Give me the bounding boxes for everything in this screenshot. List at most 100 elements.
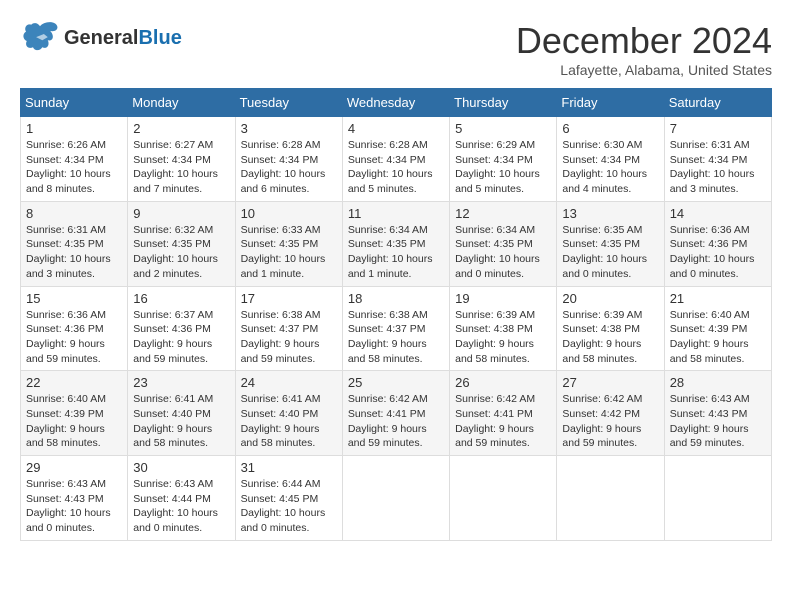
page-header: GeneralBlue December 2024 Lafayette, Ala… — [20, 20, 772, 78]
day-info: Sunrise: 6:29 AMSunset: 4:34 PMDaylight:… — [455, 138, 551, 197]
calendar-cell — [664, 456, 771, 541]
day-number: 6 — [562, 121, 658, 136]
day-info: Sunrise: 6:43 AMSunset: 4:43 PMDaylight:… — [26, 477, 122, 536]
calendar-cell — [342, 456, 449, 541]
location: Lafayette, Alabama, United States — [516, 62, 772, 78]
calendar-cell: 28Sunrise: 6:43 AMSunset: 4:43 PMDayligh… — [664, 371, 771, 456]
calendar-cell: 31 Sunrise: 6:44 AMSunset: 4:45 PMDayligh… — [235, 456, 342, 541]
calendar-cell: 23 Sunrise: 6:41 AMSunset: 4:40 PMDayligh… — [128, 371, 235, 456]
day-number: 9 — [133, 206, 229, 221]
day-info: Sunrise: 6:44 AMSunset: 4:45 PMDaylight:… — [241, 477, 337, 536]
calendar-cell: 6 Sunrise: 6:30 AMSunset: 4:34 PMDaylight… — [557, 117, 664, 202]
weekday-header: Saturday — [664, 89, 771, 117]
calendar-cell: 1 Sunrise: 6:26 AMSunset: 4:34 PMDaylight… — [21, 117, 128, 202]
day-info: Sunrise: 6:41 AMSunset: 4:40 PMDaylight:… — [133, 392, 229, 451]
day-number: 26 — [455, 375, 551, 390]
calendar-cell: 14 Sunrise: 6:36 AMSunset: 4:36 PMDayligh… — [664, 201, 771, 286]
logo-text: GeneralBlue — [64, 27, 182, 49]
day-number: 17 — [241, 291, 337, 306]
day-info: Sunrise: 6:39 AMSunset: 4:38 PMDaylight:… — [562, 308, 658, 367]
calendar-week-row: 15Sunrise: 6:36 AMSunset: 4:36 PMDayligh… — [21, 286, 772, 371]
logo-blue: Blue — [138, 27, 181, 49]
logo-icon — [20, 20, 60, 55]
day-info: Sunrise: 6:35 AMSunset: 4:35 PMDaylight:… — [562, 223, 658, 282]
calendar-cell: 7Sunrise: 6:31 AMSunset: 4:34 PMDaylight… — [664, 117, 771, 202]
day-info: Sunrise: 6:37 AMSunset: 4:36 PMDaylight:… — [133, 308, 229, 367]
day-info: Sunrise: 6:36 AMSunset: 4:36 PMDaylight:… — [670, 223, 766, 282]
day-info: Sunrise: 6:39 AMSunset: 4:38 PMDaylight:… — [455, 308, 551, 367]
day-number: 19 — [455, 291, 551, 306]
weekday-header: Tuesday — [235, 89, 342, 117]
calendar-cell: 2Sunrise: 6:27 AMSunset: 4:34 PMDaylight… — [128, 117, 235, 202]
logo: GeneralBlue — [20, 20, 182, 55]
day-number: 21 — [670, 291, 766, 306]
calendar-cell: 30Sunrise: 6:43 AMSunset: 4:44 PMDayligh… — [128, 456, 235, 541]
day-number: 29 — [26, 460, 122, 475]
calendar-table: SundayMondayTuesdayWednesdayThursdayFrid… — [20, 88, 772, 541]
weekday-header: Monday — [128, 89, 235, 117]
calendar-cell: 20 Sunrise: 6:39 AMSunset: 4:38 PMDayligh… — [557, 286, 664, 371]
day-info: Sunrise: 6:26 AMSunset: 4:34 PMDaylight:… — [26, 138, 122, 197]
weekday-header: Wednesday — [342, 89, 449, 117]
calendar-week-row: 22 Sunrise: 6:40 AMSunset: 4:39 PMDayligh… — [21, 371, 772, 456]
calendar-cell: 3 Sunrise: 6:28 AMSunset: 4:34 PMDaylight… — [235, 117, 342, 202]
day-number: 8 — [26, 206, 122, 221]
day-info: Sunrise: 6:41 AMSunset: 4:40 PMDaylight:… — [241, 392, 337, 451]
day-info: Sunrise: 6:40 AMSunset: 4:39 PMDaylight:… — [670, 308, 766, 367]
calendar-cell: 21 Sunrise: 6:40 AMSunset: 4:39 PMDayligh… — [664, 286, 771, 371]
day-number: 1 — [26, 121, 122, 136]
day-number: 31 — [241, 460, 337, 475]
day-number: 10 — [241, 206, 337, 221]
calendar-cell: 4Sunrise: 6:28 AMSunset: 4:34 PMDaylight… — [342, 117, 449, 202]
day-info: Sunrise: 6:43 AMSunset: 4:43 PMDaylight:… — [670, 392, 766, 451]
calendar-cell — [450, 456, 557, 541]
calendar-cell: 26Sunrise: 6:42 AMSunset: 4:41 PMDayligh… — [450, 371, 557, 456]
weekday-header: Thursday — [450, 89, 557, 117]
day-info: Sunrise: 6:28 AMSunset: 4:34 PMDaylight:… — [241, 138, 337, 197]
day-info: Sunrise: 6:27 AMSunset: 4:34 PMDaylight:… — [133, 138, 229, 197]
day-info: Sunrise: 6:28 AMSunset: 4:34 PMDaylight:… — [348, 138, 444, 197]
day-number: 24 — [241, 375, 337, 390]
day-number: 22 — [26, 375, 122, 390]
day-info: Sunrise: 6:42 AMSunset: 4:41 PMDaylight:… — [348, 392, 444, 451]
day-number: 20 — [562, 291, 658, 306]
calendar-cell: 10 Sunrise: 6:33 AMSunset: 4:35 PMDayligh… — [235, 201, 342, 286]
calendar-cell: 11 Sunrise: 6:34 AMSunset: 4:35 PMDayligh… — [342, 201, 449, 286]
day-number: 14 — [670, 206, 766, 221]
day-info: Sunrise: 6:38 AMSunset: 4:37 PMDaylight:… — [241, 308, 337, 367]
day-info: Sunrise: 6:42 AMSunset: 4:42 PMDaylight:… — [562, 392, 658, 451]
day-number: 3 — [241, 121, 337, 136]
day-number: 13 — [562, 206, 658, 221]
day-number: 12 — [455, 206, 551, 221]
day-number: 23 — [133, 375, 229, 390]
month-title: December 2024 — [516, 20, 772, 62]
day-number: 18 — [348, 291, 444, 306]
day-number: 5 — [455, 121, 551, 136]
day-info: Sunrise: 6:38 AMSunset: 4:37 PMDaylight:… — [348, 308, 444, 367]
day-number: 25 — [348, 375, 444, 390]
calendar-cell: 12 Sunrise: 6:34 AMSunset: 4:35 PMDayligh… — [450, 201, 557, 286]
day-info: Sunrise: 6:34 AMSunset: 4:35 PMDaylight:… — [348, 223, 444, 282]
calendar-cell: 8Sunrise: 6:31 AMSunset: 4:35 PMDaylight… — [21, 201, 128, 286]
calendar-week-row: 29 Sunrise: 6:43 AMSunset: 4:43 PMDayligh… — [21, 456, 772, 541]
calendar-cell: 29 Sunrise: 6:43 AMSunset: 4:43 PMDayligh… — [21, 456, 128, 541]
calendar-cell: 5 Sunrise: 6:29 AMSunset: 4:34 PMDaylight… — [450, 117, 557, 202]
calendar-cell: 22 Sunrise: 6:40 AMSunset: 4:39 PMDayligh… — [21, 371, 128, 456]
day-info: Sunrise: 6:34 AMSunset: 4:35 PMDaylight:… — [455, 223, 551, 282]
day-info: Sunrise: 6:36 AMSunset: 4:36 PMDaylight:… — [26, 308, 122, 367]
day-info: Sunrise: 6:32 AMSunset: 4:35 PMDaylight:… — [133, 223, 229, 282]
calendar-cell: 27Sunrise: 6:42 AMSunset: 4:42 PMDayligh… — [557, 371, 664, 456]
weekday-header-row: SundayMondayTuesdayWednesdayThursdayFrid… — [21, 89, 772, 117]
day-info: Sunrise: 6:40 AMSunset: 4:39 PMDaylight:… — [26, 392, 122, 451]
day-number: 16 — [133, 291, 229, 306]
calendar-cell: 17 Sunrise: 6:38 AMSunset: 4:37 PMDayligh… — [235, 286, 342, 371]
title-section: December 2024 Lafayette, Alabama, United… — [516, 20, 772, 78]
calendar-week-row: 1 Sunrise: 6:26 AMSunset: 4:34 PMDaylight… — [21, 117, 772, 202]
weekday-header: Sunday — [21, 89, 128, 117]
calendar-cell: 18 Sunrise: 6:38 AMSunset: 4:37 PMDayligh… — [342, 286, 449, 371]
day-info: Sunrise: 6:33 AMSunset: 4:35 PMDaylight:… — [241, 223, 337, 282]
day-info: Sunrise: 6:30 AMSunset: 4:34 PMDaylight:… — [562, 138, 658, 197]
day-number: 11 — [348, 206, 444, 221]
calendar-cell: 16 Sunrise: 6:37 AMSunset: 4:36 PMDayligh… — [128, 286, 235, 371]
weekday-header: Friday — [557, 89, 664, 117]
